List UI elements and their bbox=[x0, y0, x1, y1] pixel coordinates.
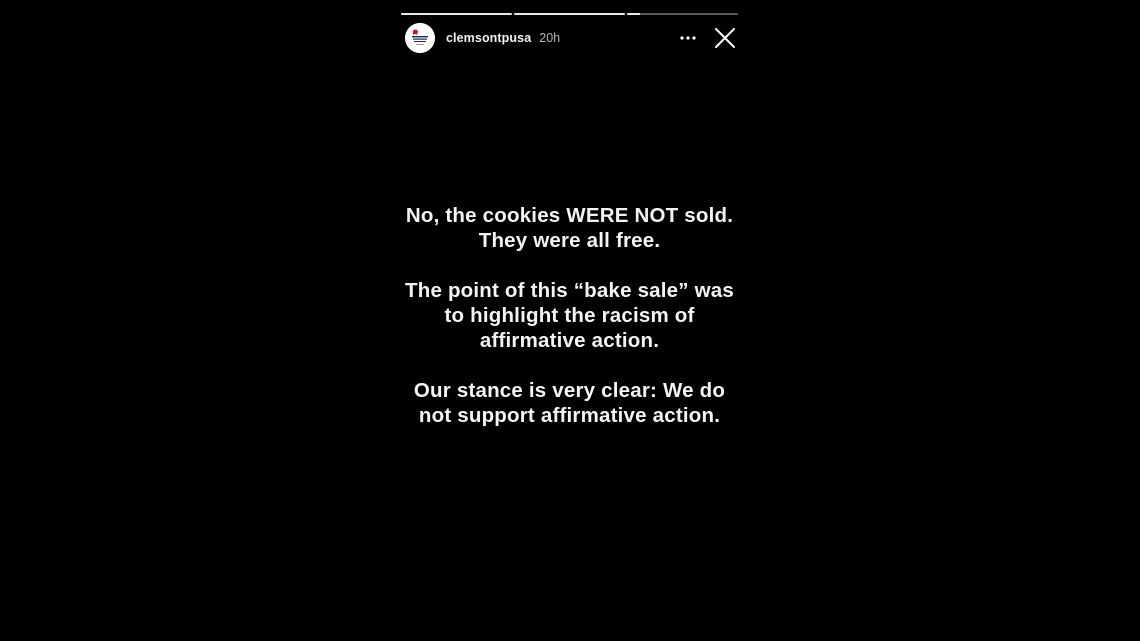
story-line: affirmative action. bbox=[479, 329, 660, 352]
close-button[interactable] bbox=[713, 26, 737, 50]
username[interactable]: clemsontpusa bbox=[446, 31, 531, 45]
story-header: clemsontpusa 20h bbox=[405, 22, 738, 53]
progress-segment bbox=[627, 13, 738, 15]
story-line: The point of this “bake sale” was bbox=[405, 279, 734, 302]
progress-segment bbox=[514, 13, 625, 15]
story-line: They were all free. bbox=[478, 229, 661, 252]
close-icon bbox=[715, 27, 735, 48]
story-paragraph: The point of this “bake sale” was to hig… bbox=[381, 278, 758, 353]
turning-point-logo-icon bbox=[405, 22, 435, 53]
more-options-button[interactable] bbox=[675, 25, 701, 51]
progress-segment bbox=[401, 13, 512, 15]
story-paragraph: No, the cookies WERE NOT sold. They were… bbox=[381, 203, 758, 253]
story-paragraph: Our stance is very clear: We do not supp… bbox=[381, 378, 758, 428]
story-viewer[interactable]: clemsontpusa 20h No, the cookies WERE NO… bbox=[401, 0, 738, 641]
story-line: not support affirmative action. bbox=[418, 404, 721, 427]
story-line: Our stance is very clear: We do bbox=[413, 379, 726, 402]
post-timestamp: 20h bbox=[539, 30, 561, 45]
avatar[interactable] bbox=[405, 22, 435, 53]
more-options-icon bbox=[680, 35, 696, 40]
story-progress-bar bbox=[401, 13, 738, 15]
story-text: No, the cookies WERE NOT sold. They were… bbox=[381, 203, 758, 453]
story-line: No, the cookies WERE NOT sold. bbox=[405, 204, 734, 227]
story-line: to highlight the racism of bbox=[444, 304, 695, 327]
